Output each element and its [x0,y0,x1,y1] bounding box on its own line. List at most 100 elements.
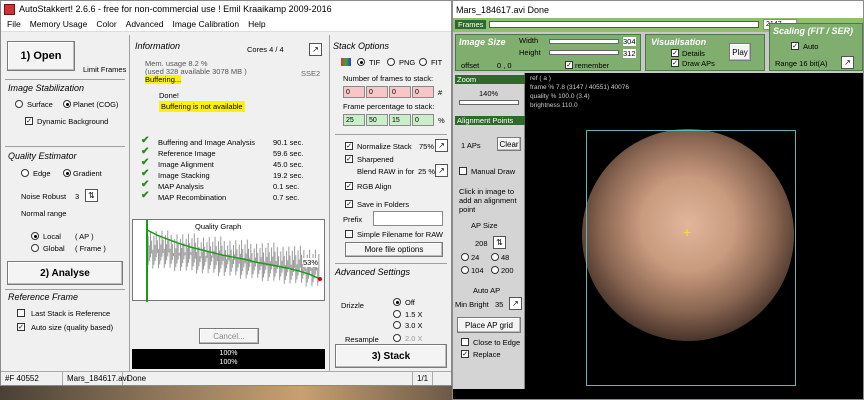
menu-memory[interactable]: Memory Usage [30,19,88,29]
desktop-background [0,386,452,400]
pct-field-4[interactable]: 0 [412,114,434,126]
ap-box[interactable] [586,130,796,386]
autostakkert-window: AutoStakkert! 2.6.6 - free for non-comme… [0,0,452,386]
pct-field-2[interactable]: 50 [366,114,388,126]
frames-field-4[interactable]: 0 [412,86,434,98]
manual-draw-checkbox[interactable] [459,167,467,175]
drizzle-15-radio[interactable] [393,310,401,318]
buffering-label: Buffering... [145,75,182,84]
overlay-line-1: ref ( a ) [530,75,551,82]
planet-radio[interactable] [63,100,71,108]
frame-slider[interactable] [489,21,759,28]
frames-field-3[interactable]: 0 [389,86,411,98]
menu-advanced[interactable]: Advanced [126,19,164,29]
surface-radio[interactable] [15,100,23,108]
auto-size-label: Auto size (quality based) [31,323,114,332]
timing-label: Reference Image [158,149,216,158]
crosshair-icon: + [683,224,692,240]
clear-button[interactable]: Clear [497,137,521,151]
play-button[interactable]: Play [729,43,751,61]
height-label: Height [519,48,541,57]
drizzle-30-radio[interactable] [393,321,401,329]
check-icon: ✔ [141,190,150,201]
edge-radio[interactable] [21,169,29,177]
image-size-title: Image Size [459,37,506,47]
height-slider[interactable] [549,50,619,55]
details-label: Details [682,49,705,58]
auto-size-checkbox[interactable]: ✓ [17,323,25,331]
more-file-options-button[interactable]: More file options [345,242,443,257]
progress-2: 100% [219,359,238,366]
planet-label: Planet (COG) [73,100,119,109]
remember-checkbox[interactable]: ✓ [565,61,573,69]
frames-field-1[interactable]: 0 [343,86,365,98]
simple-filename-checkbox[interactable] [345,230,353,238]
timing-value: 19.2 sec. [273,171,304,180]
resample-20-label: 2.0 X [405,334,423,343]
sharpened-checkbox[interactable]: ✓ [345,155,353,163]
scaling-wand-icon[interactable]: ↗ [841,56,854,69]
place-ap-grid-button[interactable]: Place AP grid [457,317,521,333]
status-frames: #F 40552 [1,372,63,385]
ap-size-24-radio[interactable] [461,253,469,261]
menu-file[interactable]: File [7,19,21,29]
ap-size-spin-icon[interactable]: ⇅ [493,236,506,249]
menu-color[interactable]: Color [96,19,116,29]
open-button[interactable]: 1) Open [7,41,75,71]
draw-aps-checkbox[interactable]: ✓ [671,59,679,67]
limit-frames-label[interactable]: Limit Frames [83,65,126,74]
save-folders-checkbox[interactable]: ✓ [345,200,353,208]
tif-radio[interactable] [357,58,365,66]
menu-calibration[interactable]: Image Calibration [172,19,239,29]
zoom-slider[interactable] [459,100,519,105]
frames-tab[interactable]: Frames [455,20,487,29]
details-checkbox[interactable]: ✓ [671,49,679,57]
ap-size-200-radio[interactable] [491,266,499,274]
normalize-wand-icon[interactable]: ↗ [435,139,448,152]
height-value: 312 [623,49,636,58]
dynamic-bg-checkbox[interactable]: ✓ [25,117,33,125]
image-view[interactable]: ref ( a ) frame % 7.8 (3147 / 40551) 400… [526,73,863,389]
stack-button[interactable]: 3) Stack [335,344,447,368]
global-radio[interactable] [31,244,39,252]
normalize-checkbox[interactable]: ✓ [345,142,353,150]
status-file: Mars_184617.avi [63,372,128,385]
ap-size-104-radio[interactable] [461,266,469,274]
timing-value: 90.1 sec. [273,138,304,147]
fit-label: FIT [431,58,443,67]
cores-wand-icon[interactable]: ↗ [309,43,322,56]
analyse-button[interactable]: 2) Analyse [7,261,123,285]
drizzle-off-radio[interactable] [393,298,401,306]
cancel-button[interactable]: Cancel... [199,328,259,344]
noise-robust-label: Noise Robust [21,192,67,201]
png-radio[interactable] [387,58,395,66]
noise-spin-icon[interactable]: ⇅ [85,189,98,202]
blend-wand-icon[interactable]: ↗ [435,164,448,177]
progress-1: 100% [219,350,238,357]
menu-help[interactable]: Help [248,19,265,29]
information-title: Information [135,41,181,51]
last-stack-checkbox[interactable] [17,309,25,317]
timing-label: Buffering and Image Analysis [158,138,256,147]
resample-radio[interactable] [393,334,401,342]
fit-radio[interactable] [419,58,427,66]
viewer-title: Mars_184617.avi Done [456,4,550,15]
pct-field-1[interactable]: 25 [343,114,365,126]
rgb-align-checkbox[interactable]: ✓ [345,182,353,190]
ap-size-48-radio[interactable] [491,253,499,261]
width-slider[interactable] [549,39,619,44]
drizzle-30-label: 3.0 X [405,321,423,330]
ap-size-48-label: 48 [501,253,510,262]
title-bar: AutoStakkert! 2.6.6 - free for non-comme… [1,1,451,17]
close-edge-checkbox[interactable] [461,338,469,346]
min-bright-wand-icon[interactable]: ↗ [509,297,522,310]
gradient-radio[interactable] [63,169,71,177]
graph-pct-label: 53% [303,258,319,267]
auto-scaling-checkbox[interactable]: ✓ [791,42,799,50]
drizzle-off-label: Off [405,298,415,307]
pct-field-3[interactable]: 15 [389,114,411,126]
frames-field-2[interactable]: 0 [366,86,388,98]
replace-checkbox[interactable]: ✓ [461,350,469,358]
prefix-input[interactable] [373,211,443,226]
local-radio[interactable] [31,232,39,240]
